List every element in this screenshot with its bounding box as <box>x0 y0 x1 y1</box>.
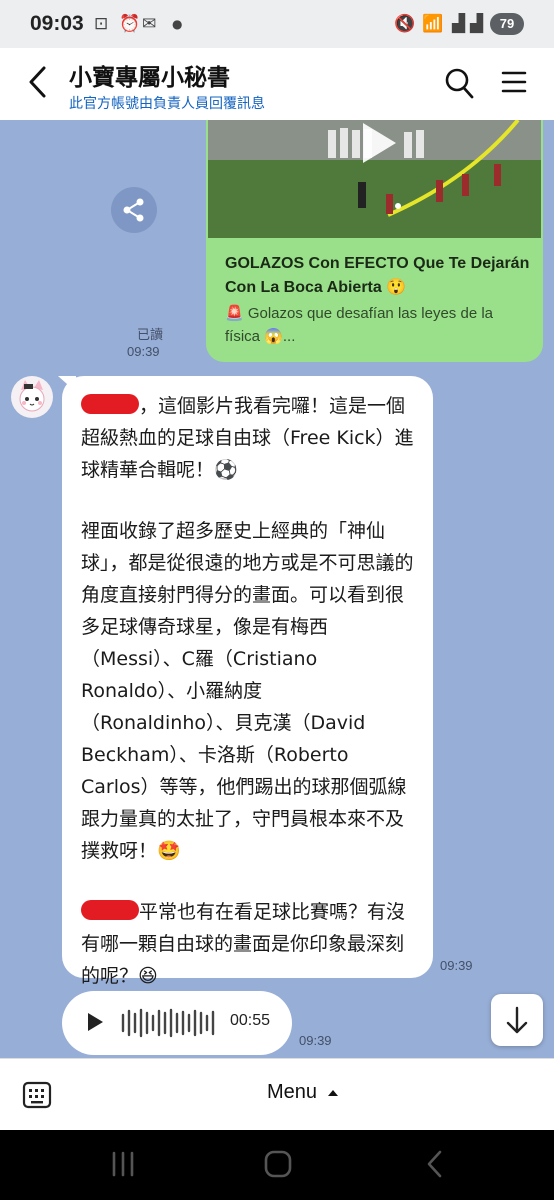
hamburger-menu-icon[interactable] <box>500 68 528 96</box>
reply-paragraph-1: ，這個影片我看完囉！這是一個超級熱血的足球自由球（Free Kick）進球精華合… <box>81 390 415 486</box>
bottom-menu-bar: Menu <box>0 1058 554 1130</box>
signal2-icon: ▟ <box>470 14 484 34</box>
recent-apps-icon[interactable] <box>112 1151 134 1177</box>
alarm-icon: ⏰ <box>119 14 141 34</box>
video-title[interactable]: GOLAZOS Con EFECTO Que Te Dejarán Con La… <box>225 252 530 300</box>
redacted-name <box>81 394 139 414</box>
waveform-icon <box>121 1008 215 1038</box>
voice-time: 09:39 <box>299 1033 332 1048</box>
play-icon[interactable] <box>88 1013 103 1031</box>
signal-icon: ▟ <box>452 14 466 34</box>
scroll-to-bottom-button[interactable] <box>491 994 543 1046</box>
bot-avatar[interactable] <box>11 376 53 418</box>
voice-message[interactable]: 00:55 <box>62 991 292 1055</box>
back-nav-icon[interactable] <box>427 1150 442 1178</box>
search-icon[interactable] <box>443 66 475 100</box>
sent-time: 09:39 <box>127 344 160 359</box>
home-icon[interactable] <box>264 1150 292 1178</box>
system-nav-bar <box>0 1130 554 1200</box>
nav-buttons <box>112 1150 442 1178</box>
voice-duration: 00:55 <box>230 1012 271 1029</box>
reply-paragraph-3: 平常也有在看足球比賽嗎？有沒有哪一顆自由球的畫面是你印象最深刻的呢？😆 <box>81 896 415 992</box>
share-button[interactable] <box>111 187 157 233</box>
soccer-field-image <box>208 120 541 238</box>
dot-icon: ● <box>172 17 183 31</box>
wifi-icon: 📶 <box>422 14 444 34</box>
chat-subtitle: 此官方帳號由負責人員回覆訊息 <box>69 96 265 112</box>
status-time: 09:03 <box>30 12 84 35</box>
gmail-icon: ✉ <box>142 14 157 34</box>
redacted-name <box>81 900 139 920</box>
mute-icon: 🔇 <box>394 14 416 34</box>
share-icon <box>123 198 144 222</box>
video-thumbnail[interactable] <box>208 120 541 238</box>
arrow-down-icon <box>506 1006 528 1034</box>
cat-avatar-icon <box>19 380 45 412</box>
reply-message-bubble[interactable]: ，這個影片我看完囉！這是一個超級熱血的足球自由球（Free Kick）進球精華合… <box>62 376 433 987</box>
chat-title: 小寶專屬小秘書 <box>69 65 230 91</box>
keyboard-icon[interactable] <box>22 1081 52 1109</box>
caret-up-icon[interactable] <box>328 1090 338 1096</box>
reply-time: 09:39 <box>440 958 473 973</box>
status-bar: 09:03 ⊡ ⏰ ✉ ● 🔇 📶 ▟ ▟ 79 <box>0 0 554 48</box>
chat-header: 小寶專屬小秘書 此官方帳號由負責人員回覆訊息 <box>0 48 554 120</box>
video-description: 🚨 Golazos que desafían las leyes de la f… <box>225 305 494 345</box>
chat-area[interactable]: GOLAZOS Con EFECTO Que Te Dejarán Con La… <box>0 120 554 1058</box>
back-arrow-icon[interactable] <box>22 62 58 102</box>
video-link-card[interactable]: GOLAZOS Con EFECTO Que Te Dejarán Con La… <box>206 120 543 362</box>
menu-toggle-label[interactable]: Menu <box>267 1081 317 1104</box>
battery-indicator: 79 <box>490 13 524 35</box>
reply-paragraph-2: 裡面收錄了超多歷史上經典的「神仙球」，都是從很遠的地方或是不可思議的角度直接射門… <box>81 520 414 862</box>
screenshot-icon: ⊡ <box>94 14 109 34</box>
read-receipt: 已讀 <box>137 327 164 342</box>
